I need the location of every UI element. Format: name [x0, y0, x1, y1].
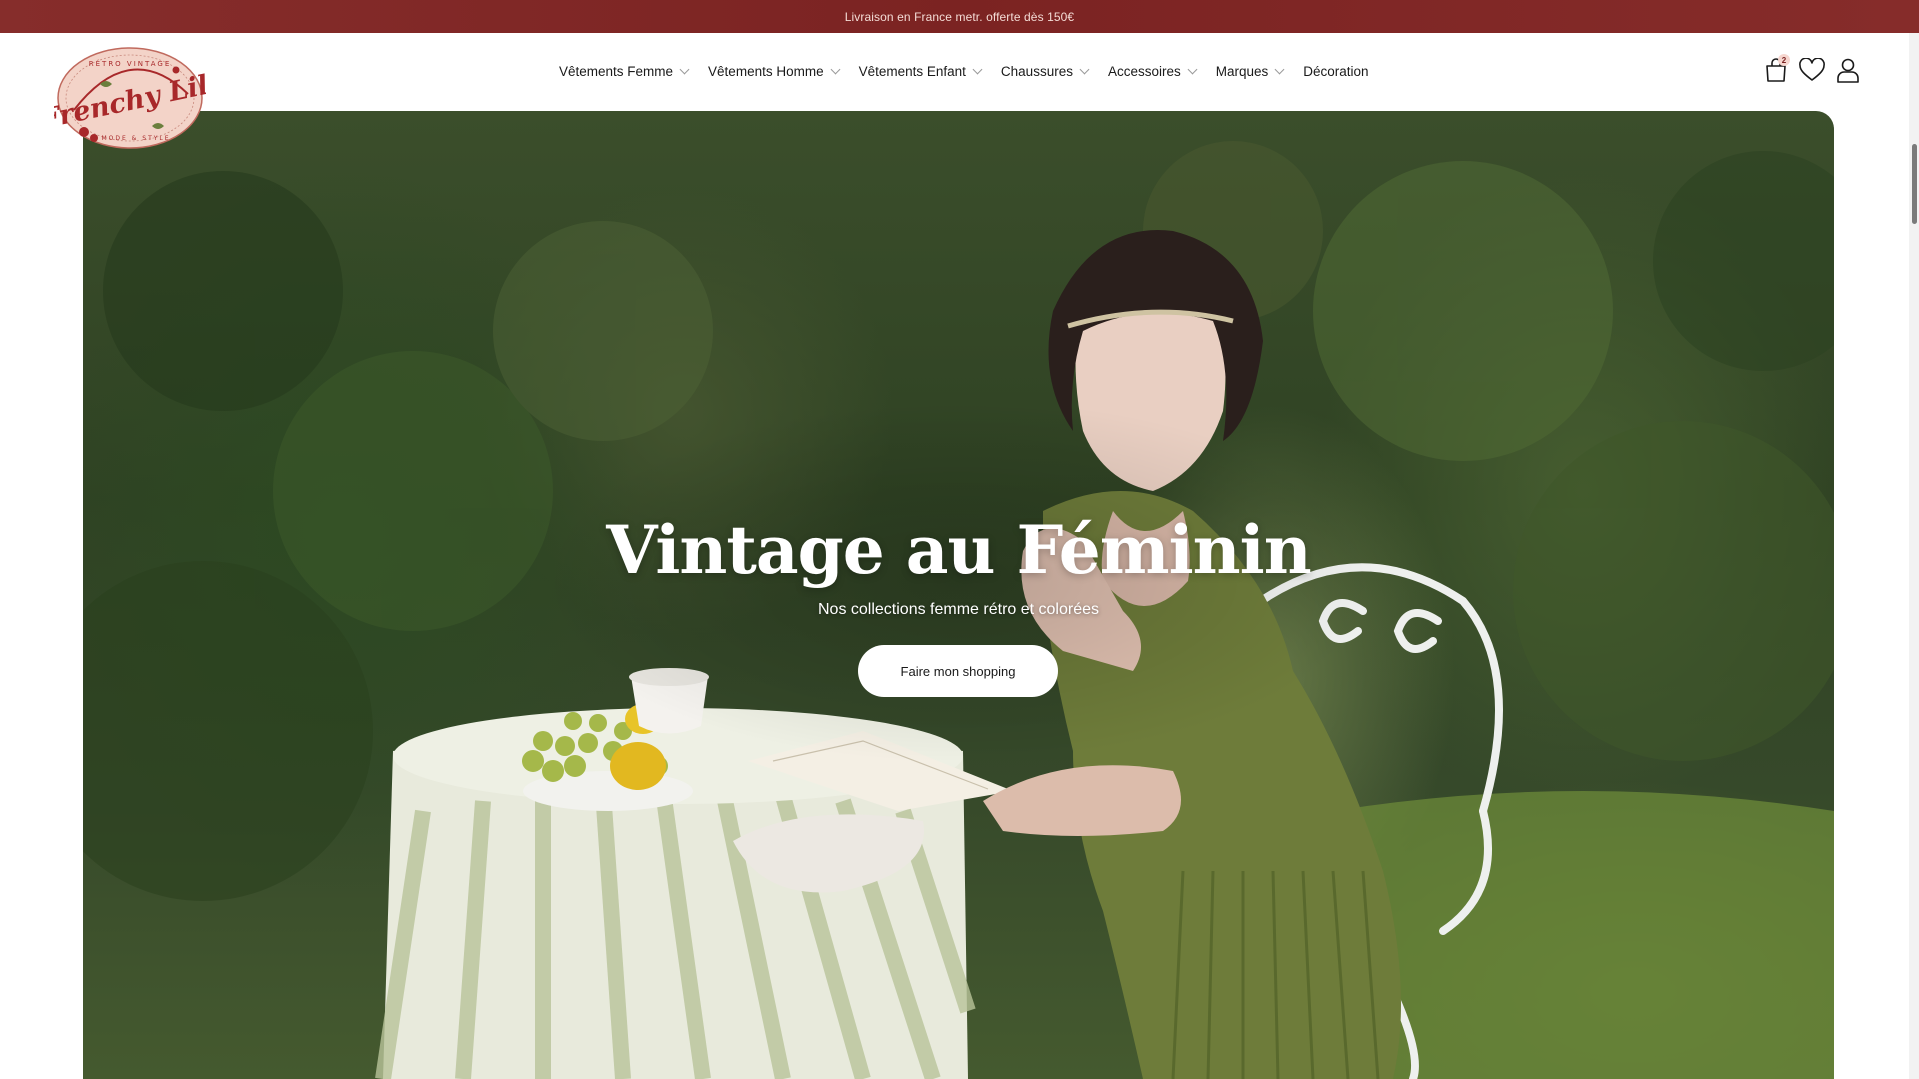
hero-content: Vintage au Féminin Nos collections femme… [83, 111, 1834, 1079]
nav-item-label: Chaussures [1000, 64, 1073, 79]
nav-item-label: Accessoires [1107, 64, 1181, 79]
chevron-down-icon [830, 64, 841, 75]
chevron-down-icon [972, 64, 983, 75]
nav-item-vetements-homme[interactable]: Vêtements Homme [708, 64, 841, 79]
cart-count-badge: 2 [1778, 54, 1790, 66]
nav-item-label: Vêtements Femme [559, 64, 674, 79]
nav-item-decoration[interactable]: Décoration [1303, 64, 1368, 79]
site-header: Vêtements Femme Vêtements Homme Vêtement… [0, 33, 1919, 111]
logo-arc-bottom: MODE & STYLE [101, 135, 170, 142]
frenchy-lili-logo[interactable]: Frenchy Lili RÉTRO VINTAGE MODE & STYLE [54, 44, 206, 152]
scrollbar-thumb[interactable] [1912, 144, 1917, 224]
nav-item-chaussures[interactable]: Chaussures [1000, 64, 1090, 79]
nav-item-marques[interactable]: Marques [1215, 64, 1285, 79]
nav-item-vetements-enfant[interactable]: Vêtements Enfant [858, 64, 983, 79]
announcement-bar: Livraison en France metr. offerte dès 15… [0, 0, 1919, 33]
nav-item-label: Marques [1215, 64, 1269, 79]
shop-now-button[interactable]: Faire mon shopping [858, 645, 1058, 697]
chevron-down-icon [1274, 64, 1285, 75]
header-actions: 2 [1754, 54, 1862, 85]
chevron-down-icon [1079, 64, 1090, 75]
cart-button[interactable]: 2 [1762, 54, 1790, 85]
logo-arc-top: RÉTRO VINTAGE [89, 59, 172, 68]
account-button[interactable] [1834, 55, 1862, 85]
nav-item-label: Décoration [1303, 64, 1369, 79]
heart-icon [1799, 58, 1825, 81]
page: Livraison en France metr. offerte dès 15… [0, 0, 1919, 1079]
nav-item-vetements-femme[interactable]: Vêtements Femme [559, 64, 690, 79]
nav-item-label: Vêtements Enfant [858, 64, 966, 79]
user-icon [1837, 58, 1859, 83]
chevron-down-icon [679, 64, 690, 75]
wishlist-button[interactable] [1798, 55, 1826, 85]
main-nav: Vêtements Femme Vêtements Homme Vêtement… [559, 64, 1369, 79]
hero-title: Vintage au Féminin [606, 511, 1311, 589]
hero-banner: Vintage au Féminin Nos collections femme… [83, 111, 1834, 1079]
nav-item-accessoires[interactable]: Accessoires [1107, 64, 1198, 79]
announcement-text: Livraison en France metr. offerte dès 15… [844, 9, 1075, 24]
page-scrollbar[interactable] [1909, 33, 1919, 1079]
nav-item-label: Vêtements Homme [708, 64, 824, 79]
chevron-down-icon [1187, 64, 1198, 75]
hero-subtitle: Nos collections femme rétro et colorées [818, 601, 1099, 618]
